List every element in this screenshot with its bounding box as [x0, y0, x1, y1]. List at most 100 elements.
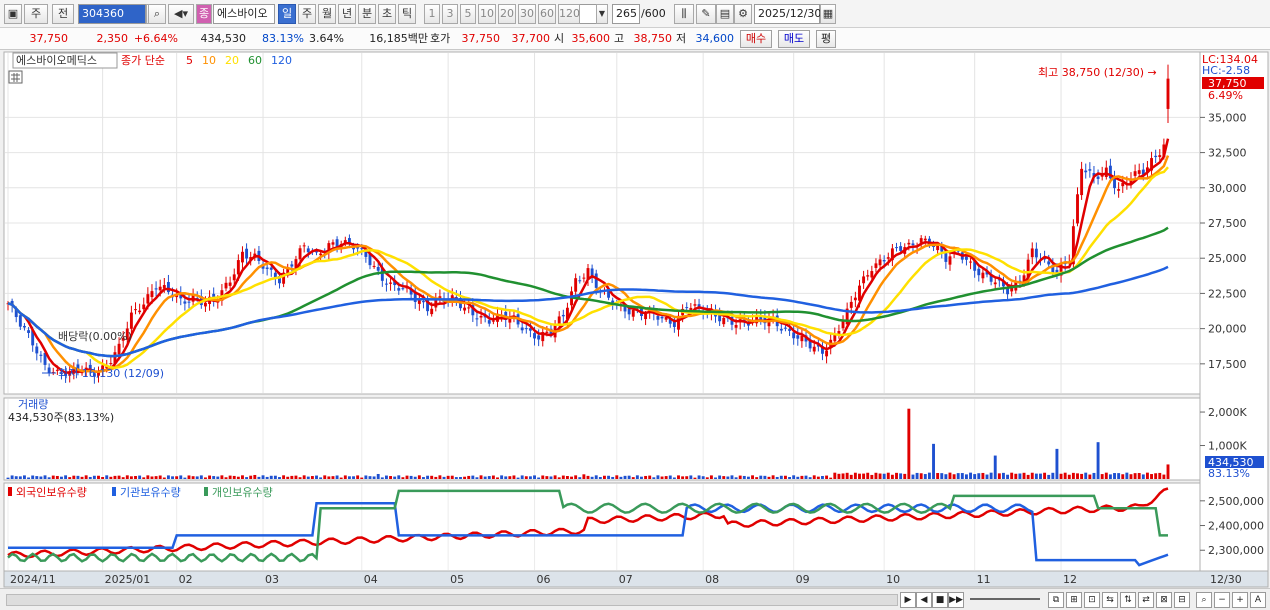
type-badge: 종 — [196, 4, 212, 24]
minus-icon[interactable]: − — [1214, 592, 1230, 608]
volume-bar — [278, 477, 281, 479]
tool-icon-4[interactable]: ⇆ — [1102, 592, 1118, 608]
scrollbar[interactable] — [6, 594, 898, 606]
tool-icon-2[interactable]: ⊞ — [1066, 592, 1082, 608]
save-icon[interactable]: ▤ — [716, 4, 734, 24]
stock-name-field[interactable]: 에스바이오 — [213, 4, 275, 24]
tool-icon-8[interactable]: ⊟ — [1174, 592, 1190, 608]
play-icon[interactable]: ▶ — [900, 592, 916, 608]
layout-icon[interactable]: ▣ — [4, 4, 22, 24]
table-icon[interactable] — [8, 70, 23, 84]
candle — [384, 283, 388, 285]
candle — [981, 272, 985, 279]
volume-bar — [401, 477, 405, 479]
avg-button[interactable]: 평 — [816, 30, 836, 48]
volume-bar — [907, 408, 911, 479]
volume-bar — [430, 475, 434, 479]
code-input[interactable]: 304360 — [78, 4, 146, 24]
tool-icon-7[interactable]: ⊠ — [1156, 592, 1172, 608]
volume-bar — [463, 476, 467, 479]
stock-chart[interactable]: 35,000 32,500 30,000 27,500 25,000 22,500 20,0… — [0, 50, 1270, 588]
forward-icon[interactable]: ▶▶ — [948, 592, 964, 608]
candle — [23, 325, 26, 328]
volume-bar — [212, 476, 216, 479]
volume-bar — [796, 476, 800, 479]
tool-icon-1[interactable]: ⧉ — [1048, 592, 1064, 608]
back-icon[interactable]: ◀ — [916, 592, 932, 608]
minute-button-20[interactable]: 20 — [498, 4, 516, 24]
minute-button-3[interactable]: 3 — [442, 4, 458, 24]
candle — [232, 274, 236, 281]
speaker-icon[interactable]: ◀▾ — [168, 4, 194, 24]
font-icon[interactable]: A — [1250, 592, 1266, 608]
period-button-2[interactable]: 월 — [318, 4, 336, 24]
holding-tick-label: 2,400,000 — [1208, 520, 1264, 533]
date-input[interactable]: 2025/12/30 — [754, 4, 821, 24]
candle — [1030, 248, 1034, 258]
sell-button[interactable]: 매도 — [778, 30, 810, 48]
candle — [1158, 155, 1162, 157]
candle — [693, 304, 697, 306]
candle — [401, 288, 405, 290]
candle — [27, 330, 31, 333]
volume-bar — [241, 475, 244, 479]
candle — [656, 316, 660, 320]
candle-icon[interactable]: ⫼ — [674, 4, 694, 24]
minute-button-1[interactable]: 1 — [424, 4, 440, 24]
chevron-down-icon[interactable]: ▼ — [596, 4, 608, 24]
volume-bar — [43, 475, 47, 479]
tool-icon-3[interactable]: ⊡ — [1084, 592, 1100, 608]
candle — [430, 308, 434, 315]
market-select[interactable]: 주 — [24, 4, 48, 24]
volume-bar — [660, 476, 664, 479]
minute-button-30[interactable]: 30 — [518, 4, 536, 24]
volume-pane[interactable] — [3, 397, 1201, 481]
volume-bar — [1113, 473, 1116, 479]
volume-bar — [681, 476, 685, 479]
volume-bar — [150, 476, 154, 479]
volume-bar — [742, 475, 746, 479]
volume-bar — [520, 475, 524, 479]
volume-bar — [397, 475, 401, 479]
volume-bar — [755, 477, 759, 479]
period-button-6[interactable]: 틱 — [398, 4, 416, 24]
volume-bar — [413, 476, 417, 479]
volume-bar — [685, 476, 689, 479]
tool-icon-5[interactable]: ⇅ — [1120, 592, 1136, 608]
stop-icon[interactable]: ■ — [932, 592, 948, 608]
candle — [487, 320, 491, 324]
minute-button-5[interactable]: 5 — [460, 4, 476, 24]
volume-bar — [18, 476, 22, 479]
volume-bar — [417, 475, 421, 479]
volume-bar — [940, 473, 944, 479]
volume-bar — [380, 477, 384, 479]
period-button-0[interactable]: 일 — [278, 4, 296, 24]
period-button-4[interactable]: 분 — [358, 4, 376, 24]
period-button-5[interactable]: 초 — [378, 4, 396, 24]
search-icon[interactable]: ⌕ — [1196, 592, 1212, 608]
buy-button[interactable]: 매수 — [740, 30, 772, 48]
draw-icon[interactable]: ✎ — [696, 4, 716, 24]
minute-button-10[interactable]: 10 — [478, 4, 496, 24]
minute-button-120[interactable]: 120 — [558, 4, 580, 24]
volume-bar — [730, 475, 734, 479]
volume-bar — [405, 475, 409, 479]
volume-bar — [878, 473, 882, 479]
volume-bar — [627, 475, 631, 479]
prev-button[interactable]: 전 — [52, 4, 74, 24]
period-button-3[interactable]: 년 — [338, 4, 356, 24]
period-button-1[interactable]: 주 — [298, 4, 316, 24]
volume-bar — [952, 474, 956, 479]
count-input[interactable]: 265 — [612, 4, 640, 24]
zoom-slider[interactable] — [970, 598, 1040, 600]
volume-bar — [438, 475, 442, 479]
search-icon[interactable]: ⌕ — [148, 4, 166, 24]
plus-icon[interactable]: + — [1232, 592, 1248, 608]
tool-icon-6[interactable]: ⇄ — [1138, 592, 1154, 608]
volume-bar — [1166, 464, 1170, 479]
gear-icon[interactable]: ⚙ — [734, 4, 752, 24]
volume-bar — [389, 476, 393, 479]
candle — [878, 259, 882, 266]
calendar-icon[interactable]: ▦ — [820, 4, 836, 24]
minute-button-60[interactable]: 60 — [538, 4, 556, 24]
